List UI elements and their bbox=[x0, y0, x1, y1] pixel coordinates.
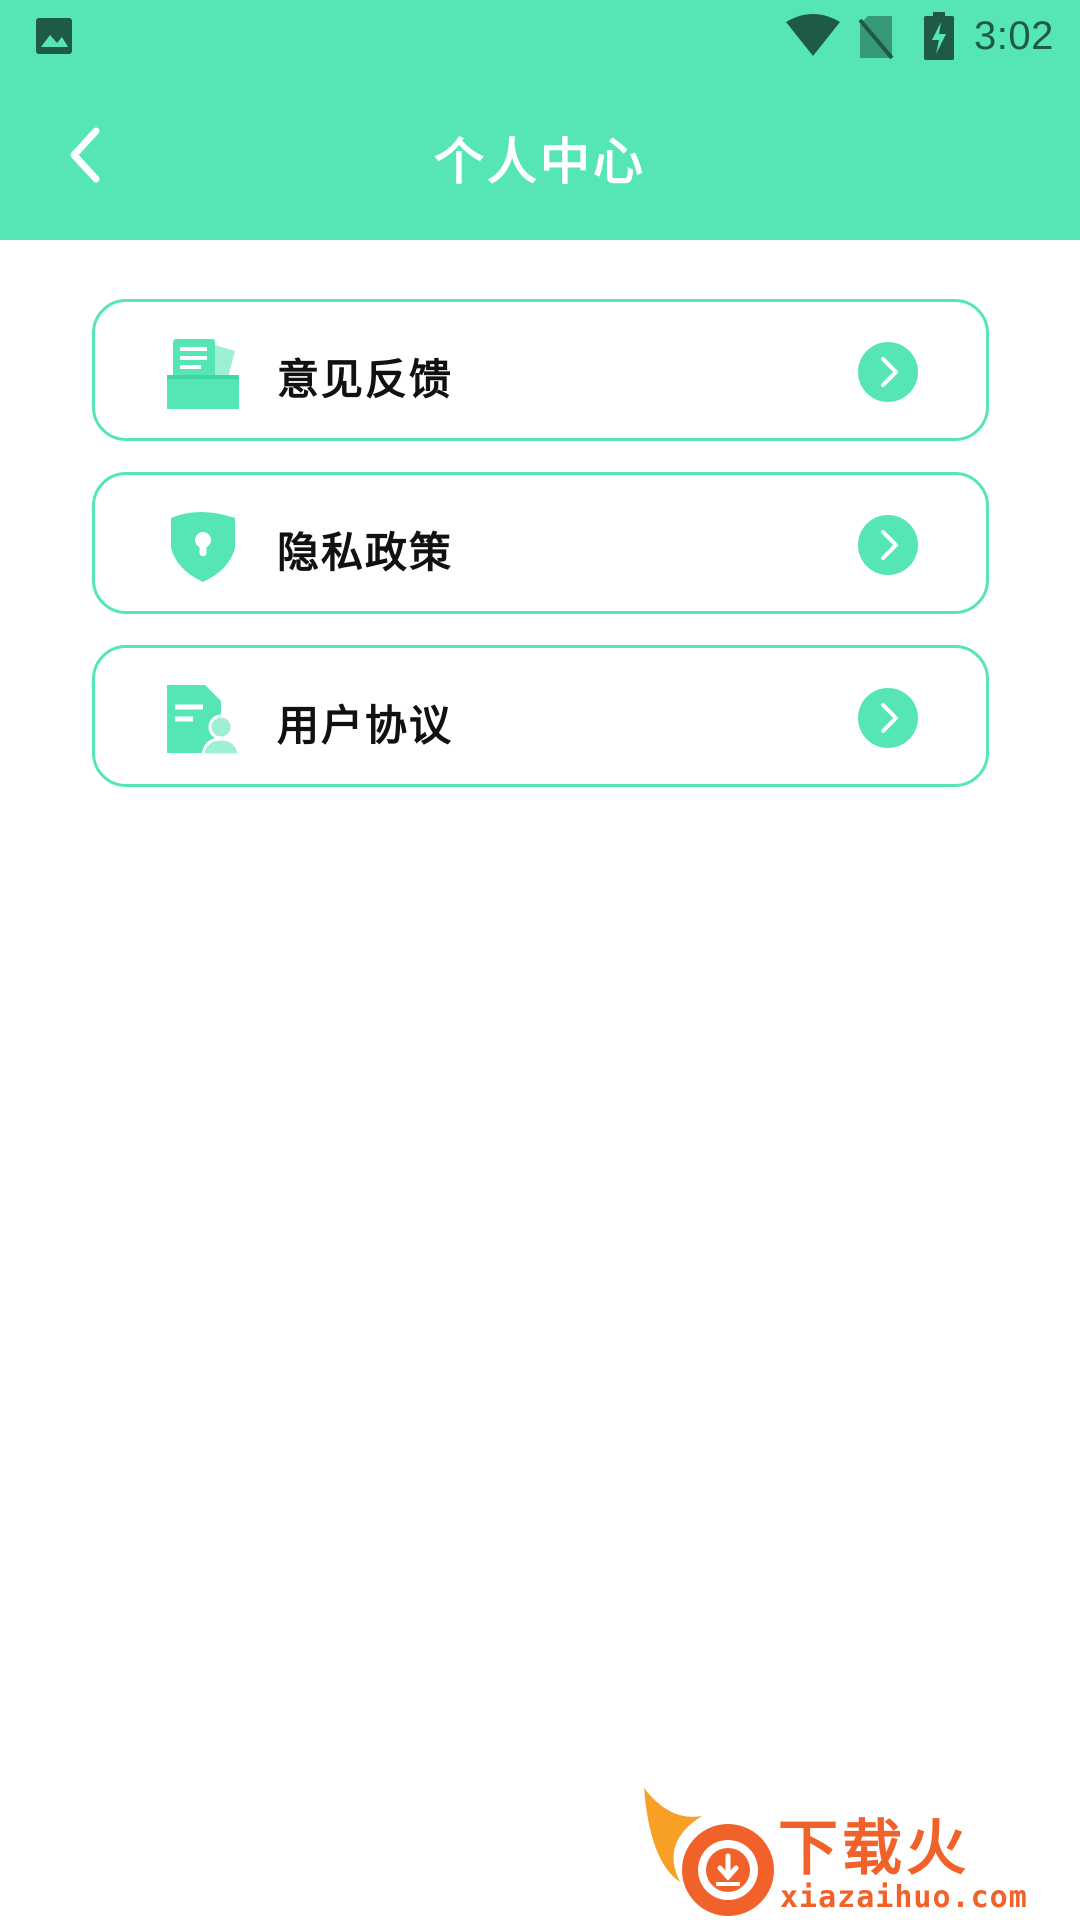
watermark-text: 下载火 bbox=[778, 1814, 970, 1884]
privacy-shield-icon bbox=[171, 512, 235, 582]
wifi-icon bbox=[786, 14, 840, 56]
menu-item-privacy[interactable]: 隐私政策 bbox=[92, 472, 989, 614]
menu-item-label: 隐私政策 bbox=[277, 528, 454, 577]
menu-item-user-agreement[interactable]: 用户协议 bbox=[92, 645, 989, 787]
app-header: 3:02 个人中心 bbox=[0, 0, 1080, 240]
chevron-right-circle-icon[interactable] bbox=[858, 342, 918, 402]
status-right: 3:02 bbox=[680, 0, 1080, 75]
menu-item-label: 用户协议 bbox=[277, 701, 454, 750]
menu-item-label: 意见反馈 bbox=[277, 355, 454, 404]
feedback-icon bbox=[167, 339, 239, 409]
chevron-right-circle-icon[interactable] bbox=[858, 515, 918, 575]
battery-charging-icon bbox=[924, 12, 954, 60]
menu-list: 意见反馈 隐私政策 用户协议 bbox=[92, 299, 989, 818]
chevron-right-circle-icon[interactable] bbox=[858, 688, 918, 748]
watermark-url: xiazaihuo.com bbox=[780, 1880, 1028, 1915]
status-time: 3:02 bbox=[974, 14, 1054, 58]
status-bar: 3:02 bbox=[0, 0, 1080, 75]
user-agreement-icon bbox=[167, 685, 241, 757]
no-sim-icon bbox=[858, 16, 894, 60]
gallery-icon bbox=[36, 18, 72, 54]
menu-item-feedback[interactable]: 意见反馈 bbox=[92, 299, 989, 441]
page-title: 个人中心 bbox=[434, 133, 646, 191]
